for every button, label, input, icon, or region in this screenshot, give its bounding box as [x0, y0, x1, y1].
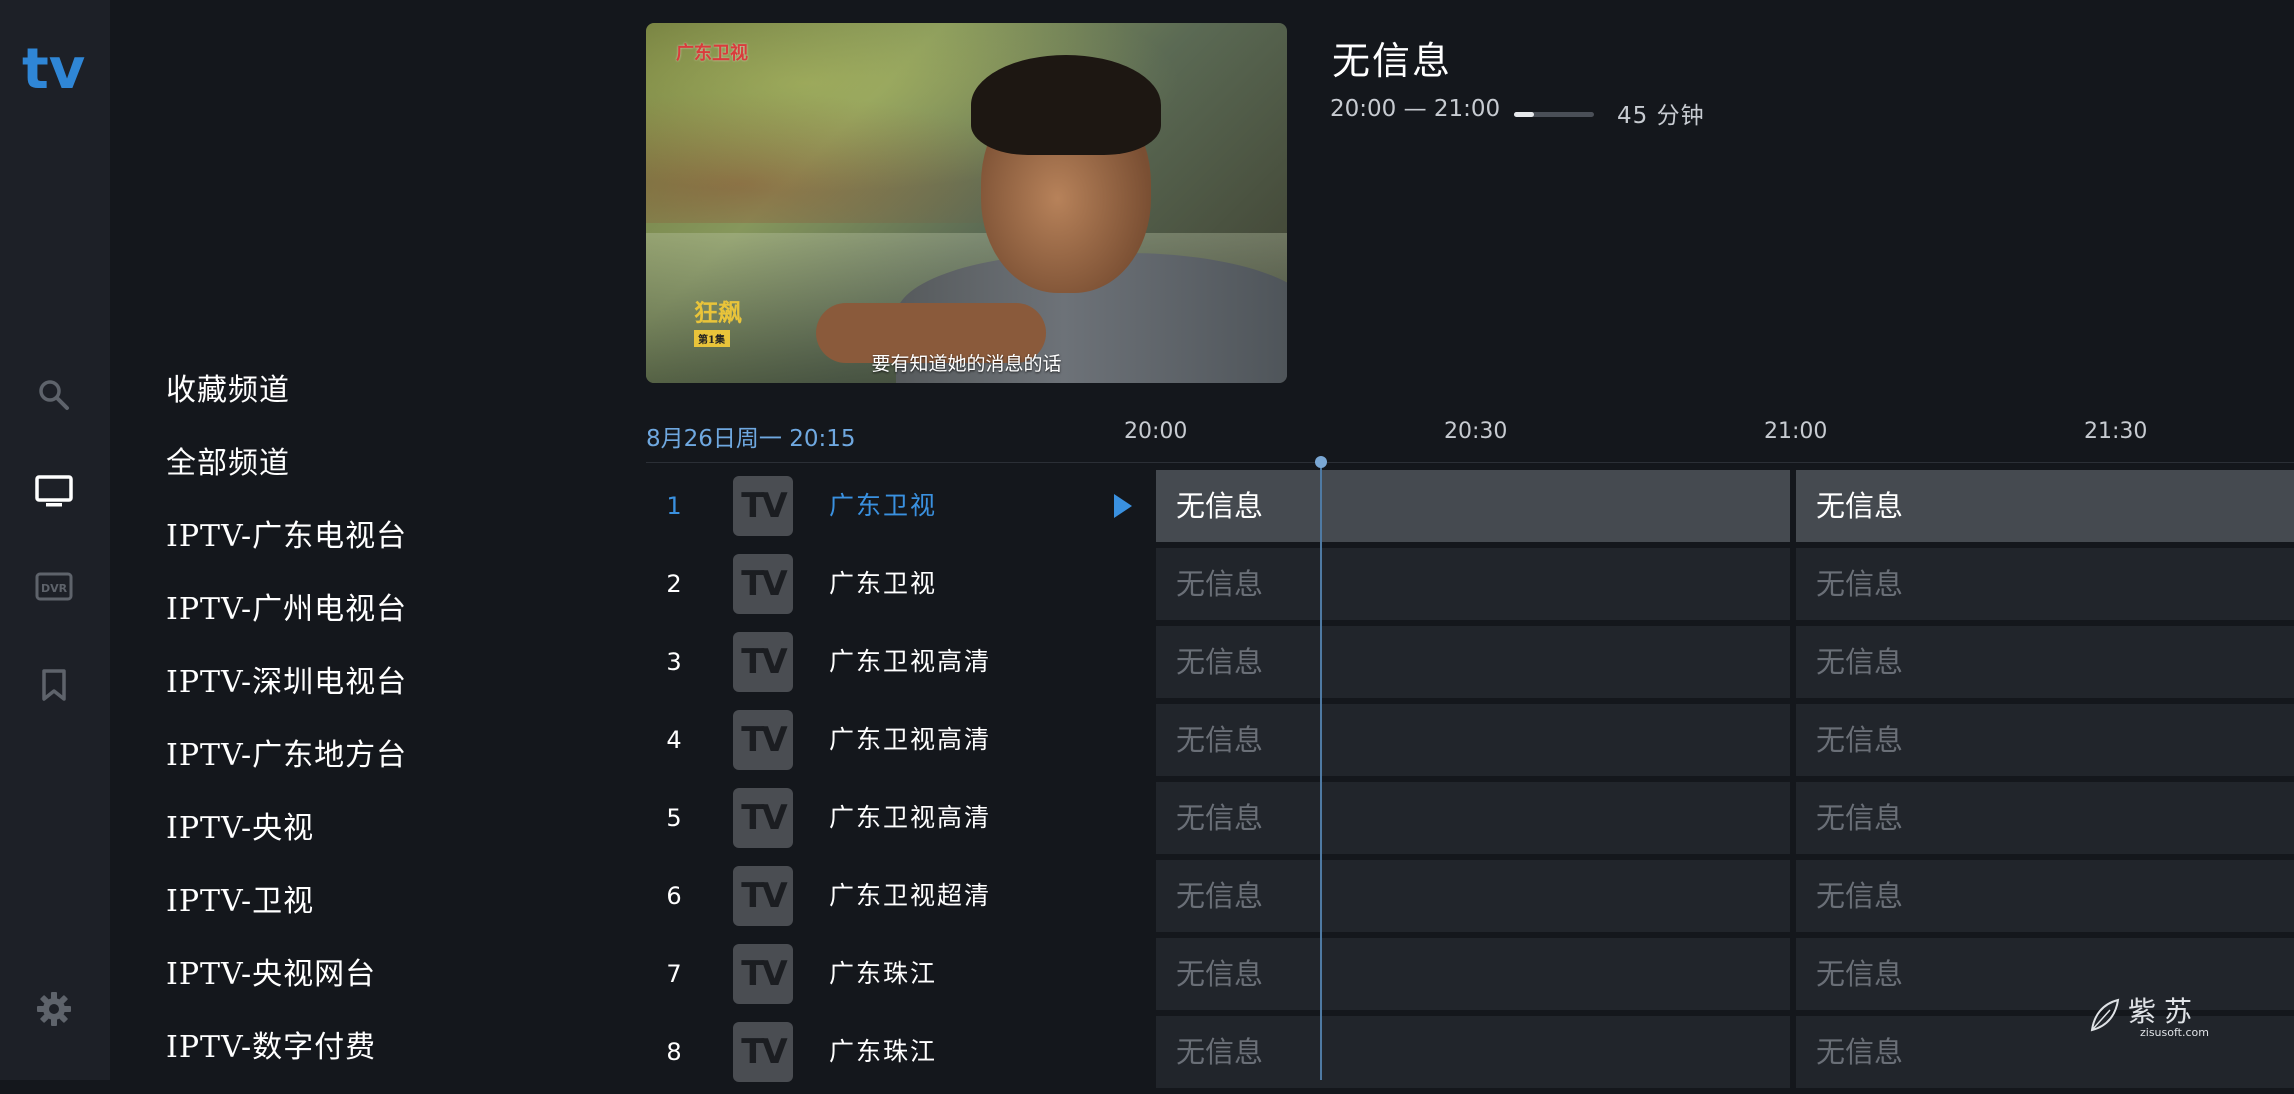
channel-number: 3 [666, 648, 682, 676]
live-tv-button[interactable] [25, 462, 83, 520]
program-cell[interactable]: 无信息 [1796, 860, 2294, 932]
channel-name: 广东珠江 [829, 959, 938, 988]
dvr-button[interactable]: DVR [25, 558, 83, 616]
channel-row[interactable]: 7 TV 广东珠江 无信息 无信息 [646, 938, 2294, 1016]
show-logo-episode: 第1集 [694, 330, 730, 347]
channel-logo: TV [733, 632, 793, 692]
channel-number: 2 [666, 570, 682, 598]
time-slot-label: 20:00 [1124, 419, 1188, 444]
channel-row[interactable]: 2 TV 广东卫视 无信息 无信息 [646, 548, 2294, 626]
app-logo: tv [20, 37, 90, 102]
category-list: 收藏频道 全部频道 IPTV-广东电视台 IPTV-广州电视台 IPTV-深圳电… [166, 363, 566, 1093]
preview-person-hair [971, 55, 1161, 155]
program-cell[interactable]: 无信息 [1156, 1016, 1790, 1088]
program-progress-bar [1514, 112, 1594, 117]
category-item[interactable]: IPTV-卫视 [166, 874, 566, 947]
program-cell[interactable]: 无信息 [1796, 782, 2294, 854]
channel-number: 7 [666, 960, 682, 988]
channel-number: 8 [666, 1038, 682, 1066]
channel-logo: TV [733, 1022, 793, 1082]
svg-text:DVR: DVR [41, 582, 68, 595]
channel-logo: TV [733, 788, 793, 848]
program-cell[interactable]: 无信息 [1156, 548, 1790, 620]
channel-name: 广东卫视高清 [829, 803, 992, 832]
category-item[interactable]: IPTV-央视网台 [166, 947, 566, 1020]
program-cell[interactable]: 无信息 [1156, 938, 1790, 1010]
time-slot-label: 21:30 [2084, 419, 2148, 444]
channel-name: 广东卫视 [829, 569, 938, 598]
program-cell[interactable]: 无信息 [1796, 704, 2294, 776]
channel-number: 4 [666, 726, 682, 754]
gear-icon [35, 990, 73, 1028]
search-icon [37, 378, 71, 412]
program-cell[interactable]: 无信息 [1156, 782, 1790, 854]
program-cell[interactable]: 无信息 [1156, 704, 1790, 776]
program-title: 无信息 [1332, 39, 1453, 83]
channel-row[interactable]: 3 TV 广东卫视高清 无信息 无信息 [646, 626, 2294, 704]
now-indicator-dot [1315, 456, 1327, 468]
channel-name: 广东卫视高清 [829, 725, 992, 754]
channel-name: 广东卫视高清 [829, 647, 992, 676]
program-cell[interactable]: 无信息 [1156, 626, 1790, 698]
channel-logo: TV [733, 554, 793, 614]
show-logo: 狂飙 第1集 [694, 293, 742, 347]
channel-row[interactable]: 1 TV 广东卫视 无信息 无信息 [646, 470, 2294, 548]
svg-text:tv: tv [22, 38, 85, 98]
watermark-text: 紫苏 [2128, 995, 2201, 1028]
category-item[interactable]: IPTV-央视 [166, 801, 566, 874]
program-time-range: 20:00 — 21:00 [1330, 96, 1501, 122]
channel-number: 6 [666, 882, 682, 910]
category-item[interactable]: IPTV-广东地方台 [166, 728, 566, 801]
channel-logo: TV [733, 866, 793, 926]
program-cell[interactable]: 无信息 [1796, 470, 2294, 542]
category-item[interactable]: 收藏频道 [166, 363, 566, 436]
program-cell[interactable]: 无信息 [1156, 860, 1790, 932]
guide-header-divider [646, 462, 2294, 463]
category-item[interactable]: IPTV-广东电视台 [166, 509, 566, 582]
channel-logo: TV [733, 944, 793, 1004]
show-logo-title: 狂飙 [694, 298, 742, 327]
time-slot-label: 20:30 [1444, 419, 1508, 444]
program-cell[interactable]: 无信息 [1796, 938, 2294, 1010]
channel-row[interactable]: 8 TV 广东珠江 无信息 无信息 [646, 1016, 2294, 1094]
bookmark-icon [40, 668, 68, 702]
channel-row[interactable]: 5 TV 广东卫视高清 无信息 无信息 [646, 782, 2294, 860]
program-remaining-time: 45 分钟 [1617, 103, 1705, 129]
program-progress-fill [1514, 112, 1534, 117]
tv-icon [35, 474, 73, 508]
category-item[interactable]: IPTV-数字付费 [166, 1020, 566, 1093]
channel-name: 广东卫视 [829, 491, 938, 520]
channel-guide: 1 TV 广东卫视 无信息 无信息 2 TV 广东卫视 无信息 无信息 3 TV… [646, 470, 2294, 1094]
search-button[interactable] [25, 366, 83, 424]
dvr-icon: DVR [35, 572, 73, 602]
program-cell[interactable]: 无信息 [1796, 626, 2294, 698]
channel-number: 1 [666, 492, 682, 520]
channel-number: 5 [666, 804, 682, 832]
watermark-subtext: zisusoft.com [2140, 1026, 2209, 1039]
category-item[interactable]: 全部频道 [166, 436, 566, 509]
channel-watermark-logo: 广东卫视 [676, 43, 748, 64]
channel-logo: TV [733, 476, 793, 536]
video-subtitle: 要有知道她的消息的话 [871, 353, 1062, 375]
now-indicator-line [1320, 462, 1322, 1080]
video-preview[interactable]: 广东卫视 狂飙 第1集 要有知道她的消息的话 [646, 23, 1287, 383]
watermark: 紫苏 zisusoft.com [2090, 990, 2209, 1039]
settings-button[interactable] [25, 980, 83, 1038]
program-cell[interactable]: 无信息 [1796, 548, 2294, 620]
side-rail: tv DVR [0, 0, 110, 1080]
channel-logo: TV [733, 710, 793, 770]
category-item[interactable]: IPTV-广州电视台 [166, 582, 566, 655]
current-datetime: 8月26日周一 20:15 [646, 426, 856, 452]
channel-row[interactable]: 4 TV 广东卫视高清 无信息 无信息 [646, 704, 2294, 782]
channel-name: 广东珠江 [829, 1037, 938, 1066]
channel-name: 广东卫视超清 [829, 881, 992, 910]
bookmarks-button[interactable] [25, 656, 83, 714]
category-item[interactable]: IPTV-深圳电视台 [166, 655, 566, 728]
play-icon [1114, 494, 1132, 518]
time-slot-label: 21:00 [1764, 419, 1828, 444]
program-cell[interactable]: 无信息 [1796, 1016, 2294, 1088]
program-cell[interactable]: 无信息 [1156, 470, 1790, 542]
channel-row[interactable]: 6 TV 广东卫视超清 无信息 无信息 [646, 860, 2294, 938]
